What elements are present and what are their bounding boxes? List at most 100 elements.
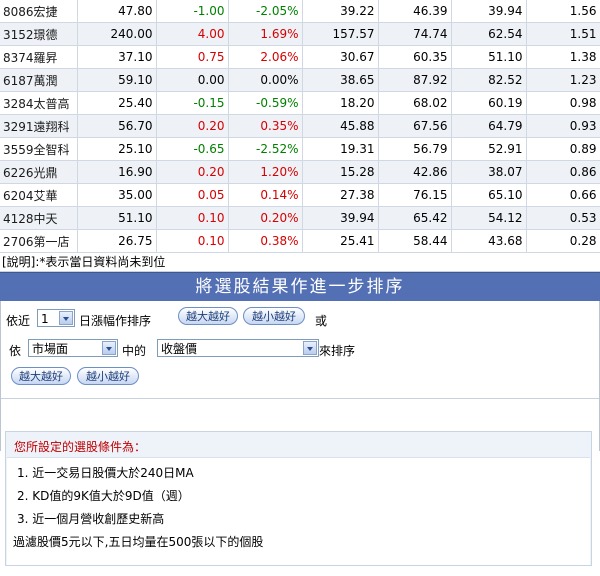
criteria-item: 1. 近一交易日股價大於240日MA	[17, 466, 194, 480]
field-bigger-better-button[interactable]: 越大越好	[11, 367, 71, 385]
chevron-down-icon	[303, 341, 317, 355]
stock-name-cell[interactable]: 3559全智科	[0, 137, 78, 161]
stock-name-cell[interactable]: 4128中天	[0, 206, 78, 230]
category-select[interactable]: 市場面	[28, 339, 118, 357]
change-pct-cell: 0.35%	[228, 114, 303, 138]
value-cell: 0.66	[526, 183, 600, 207]
value-cell: 1.23	[526, 68, 600, 92]
change-pct-cell: 0.14%	[228, 183, 303, 207]
value-cell: 1.38	[526, 45, 600, 69]
change-cell: -0.15	[156, 91, 229, 115]
value-cell: 0.28	[526, 229, 600, 253]
rise-smaller-better-button[interactable]: 越小越好	[243, 307, 305, 325]
days-select-value: 1	[41, 312, 49, 326]
criteria-filter-note: 過濾股價5元以下,五日均量在500張以下的個股	[13, 535, 264, 549]
value-cell: 87.92	[378, 68, 452, 92]
value-cell: 56.79	[378, 137, 452, 161]
value-cell: 60.19	[451, 91, 527, 115]
value-cell: 15.28	[302, 160, 379, 184]
price-cell: 56.70	[77, 114, 157, 138]
change-pct-cell: 1.69%	[228, 22, 303, 46]
price-cell: 26.75	[77, 229, 157, 253]
change-cell: 0.00	[156, 68, 229, 92]
value-cell: 43.68	[451, 229, 527, 253]
price-cell: 35.00	[77, 183, 157, 207]
value-cell: 65.42	[378, 206, 452, 230]
value-cell: 1.56	[526, 0, 600, 23]
stock-name-cell[interactable]: 6226光鼎	[0, 160, 78, 184]
page: 8086宏捷 47.80 -1.00 -2.05% 39.22 46.39 39.94 1.5…	[0, 0, 600, 576]
criteria-list: 1. 近一交易日股價大於240日MA 2. KD值的9K值大於9D值（週） 3.…	[7, 457, 590, 565]
table-row: 6226光鼎 16.90 0.20 1.20% 15.28 42.86 38.07 0.86	[0, 160, 600, 184]
change-cell: 4.00	[156, 22, 229, 46]
rise-bigger-better-button[interactable]: 越大越好	[178, 307, 238, 325]
value-cell: 74.74	[378, 22, 452, 46]
stock-name-cell[interactable]: 8374羅昇	[0, 45, 78, 69]
stock-name-cell[interactable]: 6204艾華	[0, 183, 78, 207]
value-cell: 52.91	[451, 137, 527, 161]
value-cell: 0.93	[526, 114, 600, 138]
table-row: 3291遠翔科 56.70 0.20 0.35% 45.88 67.56 64.79 0.93	[0, 114, 600, 138]
change-cell: 0.20	[156, 114, 229, 138]
days-select[interactable]: 1	[37, 309, 75, 327]
price-cell: 47.80	[77, 0, 157, 23]
price-cell: 16.90	[77, 160, 157, 184]
stock-name-cell[interactable]: 3284太普高	[0, 91, 78, 115]
change-cell: 0.20	[156, 160, 229, 184]
value-cell: 0.86	[526, 160, 600, 184]
value-cell: 60.35	[378, 45, 452, 69]
criteria-box: 您所設定的選股條件為： 1. 近一交易日股價大於240日MA 2. KD值的9K…	[5, 431, 592, 566]
change-pct-cell: 1.20%	[228, 160, 303, 184]
criteria-item: 2. KD值的9K值大於9D值（週）	[17, 489, 190, 503]
value-cell: 64.79	[451, 114, 527, 138]
value-cell: 30.67	[302, 45, 379, 69]
field-select[interactable]: 收盤價	[157, 339, 319, 357]
value-cell: 38.65	[302, 68, 379, 92]
change-cell: -1.00	[156, 0, 229, 23]
value-cell: 19.31	[302, 137, 379, 161]
value-cell: 25.41	[302, 229, 379, 253]
change-cell: 0.10	[156, 229, 229, 253]
table-row: 8374羅昇 37.10 0.75 2.06% 30.67 60.35 51.10 1.38	[0, 45, 600, 69]
change-pct-cell: 0.00%	[228, 68, 303, 92]
price-cell: 51.10	[77, 206, 157, 230]
stock-name-cell[interactable]: 2706第一店	[0, 229, 78, 253]
criteria-title: 您所設定的選股條件為：	[14, 440, 147, 454]
price-cell: 25.10	[77, 137, 157, 161]
value-cell: 46.39	[378, 0, 452, 23]
stock-name-cell[interactable]: 6187萬潤	[0, 68, 78, 92]
change-pct-cell: -2.05%	[228, 0, 303, 23]
table-row: 2706第一店 26.75 0.10 0.38% 25.41 58.44 43.68 0.28	[0, 229, 600, 253]
change-cell: 0.75	[156, 45, 229, 69]
sort-panel: 依近 1 日漲幅作排序 越大越好 越小越好 或 依 市場面 中的 收盤價 來排序…	[0, 301, 600, 451]
change-pct-cell: 0.38%	[228, 229, 303, 253]
stock-name-cell[interactable]: 8086宏捷	[0, 0, 78, 23]
field-select-value: 收盤價	[161, 342, 198, 356]
table-row: 6187萬潤 59.10 0.00 0.00% 38.65 87.92 82.52 1.23	[0, 68, 600, 92]
value-cell: 39.94	[302, 206, 379, 230]
chevron-down-icon	[59, 311, 73, 325]
value-cell: 68.02	[378, 91, 452, 115]
stock-name-cell[interactable]: 3291遠翔科	[0, 114, 78, 138]
table-row: 3284太普高 25.40 -0.15 -0.59% 18.20 68.02 60.19 0.…	[0, 91, 600, 115]
value-cell: 1.51	[526, 22, 600, 46]
sort-section-title: 將選股結果作進一步排序	[0, 272, 600, 301]
value-cell: 42.86	[378, 160, 452, 184]
value-cell: 45.88	[302, 114, 379, 138]
days-prefix-label: 依近	[6, 314, 31, 328]
stock-name-cell[interactable]: 3152璟德	[0, 22, 78, 46]
value-cell: 51.10	[451, 45, 527, 69]
price-cell: 25.40	[77, 91, 157, 115]
sort-suffix-label: 來排序	[319, 344, 356, 358]
category-select-value: 市場面	[32, 342, 69, 356]
price-cell: 59.10	[77, 68, 157, 92]
by-label: 依	[9, 344, 22, 358]
value-cell: 157.57	[302, 22, 379, 46]
table-row: 8086宏捷 47.80 -1.00 -2.05% 39.22 46.39 39.94 1.5…	[0, 0, 600, 23]
value-cell: 0.89	[526, 137, 600, 161]
value-cell: 54.12	[451, 206, 527, 230]
field-smaller-better-button[interactable]: 越小越好	[77, 367, 139, 385]
value-cell: 18.20	[302, 91, 379, 115]
table-row: 3559全智科 25.10 -0.65 -2.52% 19.31 56.79 52.91 0.…	[0, 137, 600, 161]
days-suffix-label: 日漲幅作排序	[79, 314, 152, 328]
